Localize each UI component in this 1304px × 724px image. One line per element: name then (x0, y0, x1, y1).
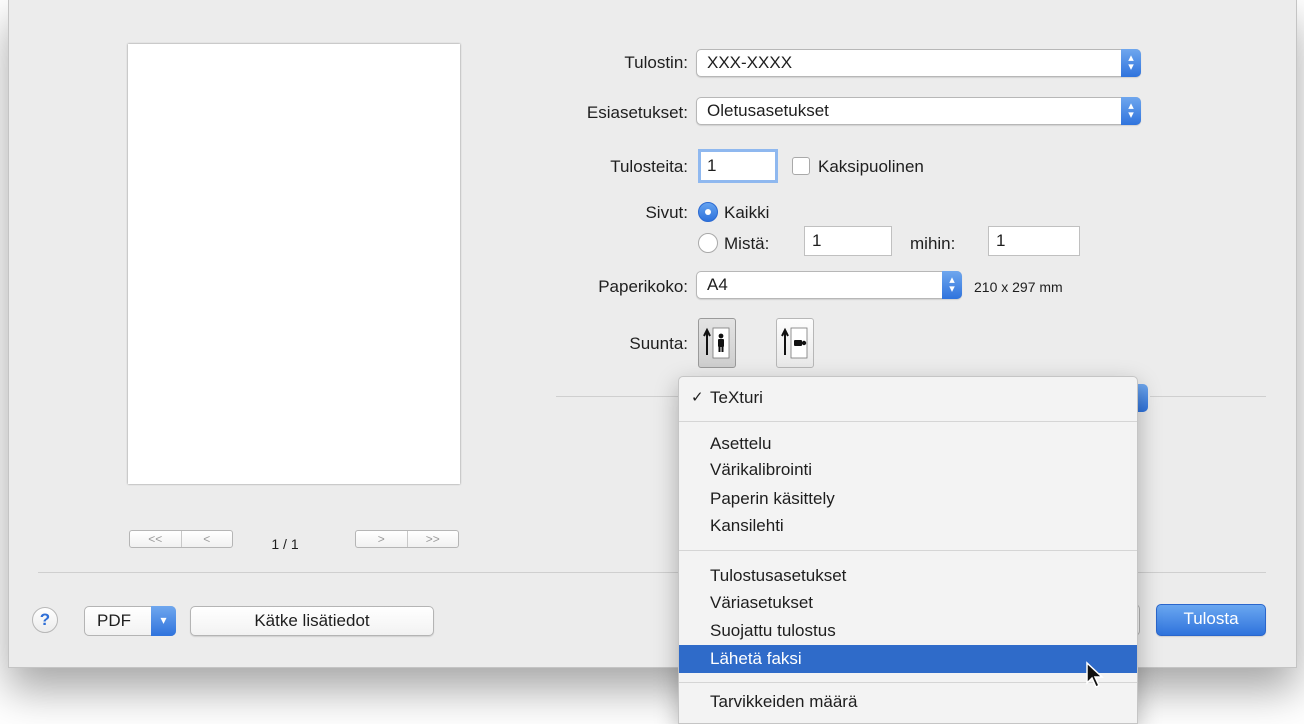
menu-item-checked[interactable]: ✓ TeXturi (679, 385, 1137, 411)
printer-popup[interactable]: XXX-XXXX ▴ ▾ (696, 49, 1141, 77)
menu-item[interactable]: Väriasetukset (679, 590, 1137, 616)
two-sided-checkbox[interactable] (792, 157, 810, 175)
pages-from-field[interactable]: 1 (804, 226, 892, 256)
preview-back-buttons: << < (129, 530, 233, 548)
menu-item[interactable]: Kansilehti (679, 513, 1137, 539)
paper-size-label: Paperikoko: (598, 277, 688, 296)
menu-separator (679, 550, 1137, 551)
next-page-button[interactable]: > (356, 531, 407, 547)
orientation-landscape-button[interactable] (776, 318, 814, 368)
section-divider (556, 396, 678, 397)
panel-dropdown-menu: ✓ TeXturi Asettelu Värikalibrointi Paper… (678, 376, 1138, 724)
portrait-icon (703, 327, 730, 359)
presets-value: Oletusasetukset (707, 101, 829, 120)
orientation-portrait-button[interactable] (698, 318, 736, 368)
two-sided-label: Kaksipuolinen (818, 157, 924, 176)
menu-item[interactable]: Tulostusasetukset (679, 563, 1137, 589)
menu-item-label: TeXturi (710, 388, 763, 407)
pages-to-label: mihin: (910, 234, 956, 253)
paper-size-popup[interactable]: A4 ▴ ▾ (696, 271, 962, 299)
section-divider (1150, 396, 1266, 397)
copies-field[interactable]: 1 (698, 149, 778, 183)
menu-item[interactable]: Suojattu tulostus (679, 618, 1137, 644)
paper-size-value: A4 (707, 275, 728, 294)
last-page-button[interactable]: >> (406, 531, 459, 547)
landscape-icon (781, 327, 808, 359)
print-preview-page (128, 44, 460, 484)
menu-item[interactable]: Tarvikkeiden määrä (679, 689, 1137, 715)
checkmark-icon: ✓ (691, 389, 704, 406)
pdf-menu-button[interactable]: PDF ▾ (84, 606, 176, 636)
pages-all-radio[interactable] (698, 202, 718, 222)
pdf-label: PDF (97, 611, 131, 630)
menu-item[interactable]: Paperin käsittely (679, 486, 1137, 512)
preview-forward-buttons: > >> (355, 530, 459, 548)
presets-label: Esiasetukset: (586, 103, 688, 122)
paper-size-dimensions: 210 x 297 mm (974, 279, 1063, 295)
menu-separator (679, 682, 1137, 683)
printer-value: XXX-XXXX (707, 53, 793, 72)
pages-range-radio[interactable] (698, 233, 718, 253)
menu-item[interactable]: Asettelu (679, 431, 1137, 457)
hide-details-button[interactable]: Kätke lisätiedot (190, 606, 434, 636)
pages-to-field[interactable]: 1 (988, 226, 1080, 256)
previous-page-button[interactable]: < (180, 531, 233, 547)
first-page-button[interactable]: << (130, 531, 181, 547)
mouse-pointer-icon (1086, 661, 1104, 689)
updown-chevron-icon: ▴ ▾ (1121, 97, 1141, 125)
menu-separator (679, 421, 1137, 422)
print-button[interactable]: Tulosta (1156, 604, 1266, 636)
help-button[interactable]: ? (32, 607, 58, 633)
page-counter: 1 / 1 (271, 536, 299, 552)
presets-popup[interactable]: Oletusasetukset ▴ ▾ (696, 97, 1141, 125)
menu-item-highlighted[interactable]: Lähetä faksi (679, 645, 1137, 673)
printer-label: Tulostin: (624, 53, 688, 72)
menu-item[interactable]: Värikalibrointi (679, 457, 1137, 483)
updown-chevron-icon: ▴ ▾ (942, 271, 962, 299)
pages-from-label: Mistä: (724, 234, 770, 253)
updown-chevron-icon: ▴ ▾ (1121, 49, 1141, 77)
chevron-down-icon: ▾ (151, 606, 176, 636)
copies-label: Tulosteita: (610, 157, 688, 176)
pages-label: Sivut: (645, 203, 688, 222)
pages-all-label: Kaikki (724, 203, 770, 222)
orientation-label: Suunta: (629, 334, 688, 353)
